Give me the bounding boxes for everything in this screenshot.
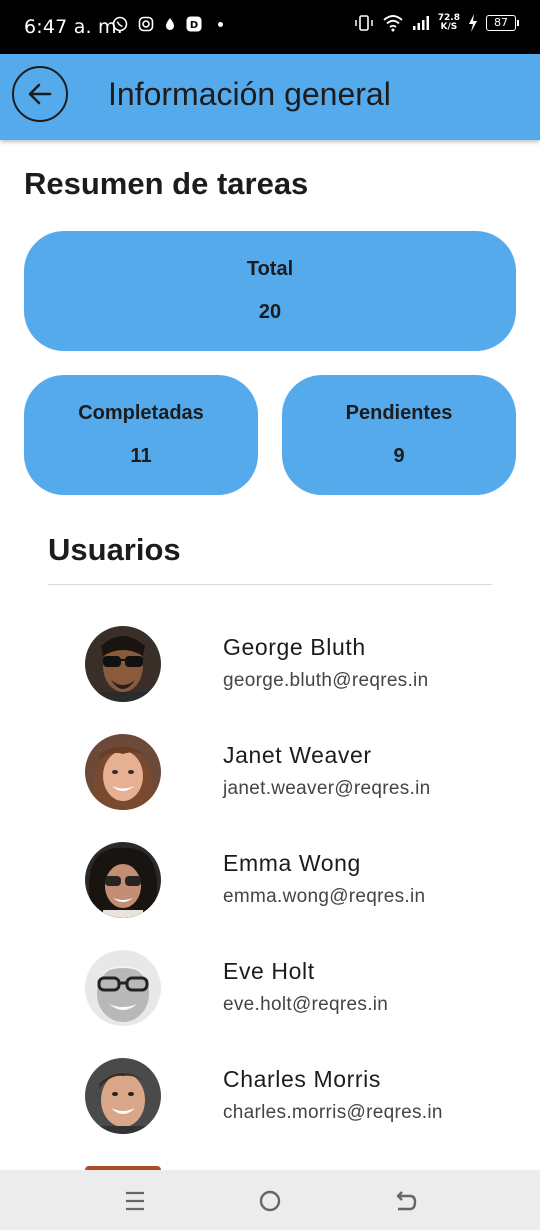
signal-icon (412, 16, 429, 30)
user-list-item[interactable]: Charles Morris charles.morris@reqres.in (0, 1042, 540, 1146)
status-bar: 6:47 a. m. D 72.8 K/S 87 (0, 0, 540, 54)
user-email: emma.wong@reqres.in (223, 886, 426, 907)
user-name: Janet Weaver (223, 742, 372, 768)
user-email: george.bluth@reqres.in (223, 670, 429, 691)
recent-apps-icon[interactable] (120, 1186, 150, 1216)
pending-value: 9 (393, 445, 405, 467)
drop-icon (166, 18, 174, 30)
summary-title: Resumen de tareas (24, 166, 309, 201)
more-notifications-dot (218, 21, 223, 27)
divider (48, 584, 492, 585)
network-speed-unit: K/S (440, 22, 458, 32)
battery-indicator: 87 (486, 15, 519, 31)
pending-label: Pendientes (345, 402, 453, 424)
user-list-item[interactable]: Eve Holt eve.holt@reqres.in (0, 934, 540, 1038)
home-icon[interactable] (255, 1186, 285, 1216)
user-list-item[interactable]: George Bluth george.bluth@reqres.in (0, 610, 540, 714)
page-title: Información general (108, 76, 391, 112)
user-email: janet.weaver@reqres.in (223, 778, 431, 799)
avatar (85, 734, 161, 810)
whatsapp-icon (112, 16, 128, 32)
arrow-left-icon (28, 83, 52, 105)
system-icons: 72.8 K/S 87 (354, 14, 519, 32)
completed-tasks-card: Completadas 11 (24, 375, 258, 495)
user-email: eve.holt@reqres.in (223, 994, 389, 1015)
svg-text:D: D (190, 20, 198, 31)
completed-label: Completadas (78, 402, 204, 424)
back-icon[interactable] (390, 1186, 420, 1216)
avatar (85, 1058, 161, 1134)
avatar (85, 950, 161, 1026)
avatar (85, 842, 161, 918)
avatar (85, 626, 161, 702)
user-email: charles.morris@reqres.in (223, 1102, 443, 1123)
notification-icons: D (112, 16, 223, 32)
vibrate-icon (355, 15, 373, 31)
system-nav-bar (0, 1170, 540, 1230)
app-bar: Información general (0, 54, 540, 140)
wifi-icon (383, 15, 403, 32)
total-value: 20 (258, 301, 282, 323)
users-title: Usuarios (48, 532, 181, 567)
instagram-icon (138, 16, 154, 32)
user-name: Eve Holt (223, 958, 315, 984)
user-list-item[interactable]: Emma Wong emma.wong@reqres.in (0, 826, 540, 930)
completed-value: 11 (130, 445, 152, 467)
user-name: George Bluth (223, 634, 366, 660)
charging-icon (469, 14, 477, 32)
pending-tasks-card: Pendientes 9 (282, 375, 516, 495)
user-list-item[interactable]: Janet Weaver janet.weaver@reqres.in (0, 718, 540, 822)
app-notification-icon: D (186, 16, 202, 32)
status-time: 6:47 a. m. (24, 16, 123, 38)
network-speed: 72.8 K/S (438, 14, 460, 32)
user-name: Charles Morris (223, 1066, 381, 1092)
total-label: Total (246, 258, 294, 280)
user-name: Emma Wong (223, 850, 361, 876)
back-button[interactable] (12, 66, 68, 122)
total-tasks-card: Total 20 (24, 231, 516, 351)
